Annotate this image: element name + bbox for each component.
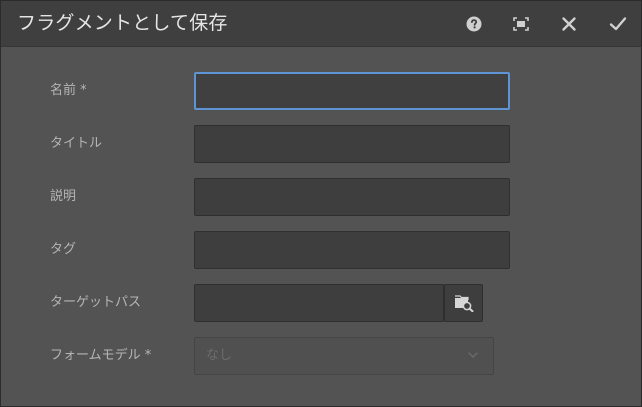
dialog-title: フラグメントとして保存 — [17, 12, 228, 34]
tags-row: タグ — [1, 231, 641, 269]
title-row: タイトル — [1, 125, 641, 163]
form-model-select[interactable]: なし — [194, 337, 494, 375]
help-button[interactable] — [461, 11, 487, 37]
folder-search-icon — [454, 295, 473, 312]
close-icon — [562, 17, 576, 31]
confirm-button[interactable] — [605, 11, 631, 37]
description-input[interactable] — [194, 178, 510, 216]
fullscreen-button[interactable] — [508, 11, 534, 37]
title-input[interactable] — [194, 125, 510, 163]
title-label: タイトル — [50, 136, 103, 151]
form-model-selected-value: なし — [206, 348, 233, 363]
help-circle-icon — [466, 16, 482, 32]
target-path-input[interactable] — [194, 284, 444, 322]
name-row: 名前 * — [1, 72, 641, 110]
chevron-down-icon — [468, 352, 478, 358]
target-path-label: ターゲットパス — [50, 295, 142, 310]
description-label: 説明 — [50, 189, 77, 204]
tags-label: タグ — [50, 242, 77, 257]
description-row: 説明 — [1, 178, 641, 216]
dialog-titlebar: フラグメントとして保存 — [1, 1, 641, 47]
name-input[interactable] — [194, 72, 510, 110]
form-model-row: フォームモデル * なし — [1, 337, 641, 375]
fullscreen-icon — [513, 17, 529, 31]
save-as-fragment-dialog: フラグメントとして保存 名前 * タイトル 説明 タグ ターゲットパス フォーム… — [0, 0, 642, 407]
target-path-row: ターゲットパス — [1, 284, 641, 322]
close-button[interactable] — [556, 11, 582, 37]
name-label: 名前 * — [50, 83, 87, 98]
tags-input[interactable] — [194, 231, 510, 269]
browse-path-button[interactable] — [444, 284, 483, 322]
form-model-label: フォームモデル * — [50, 348, 152, 363]
checkmark-icon — [609, 17, 627, 31]
